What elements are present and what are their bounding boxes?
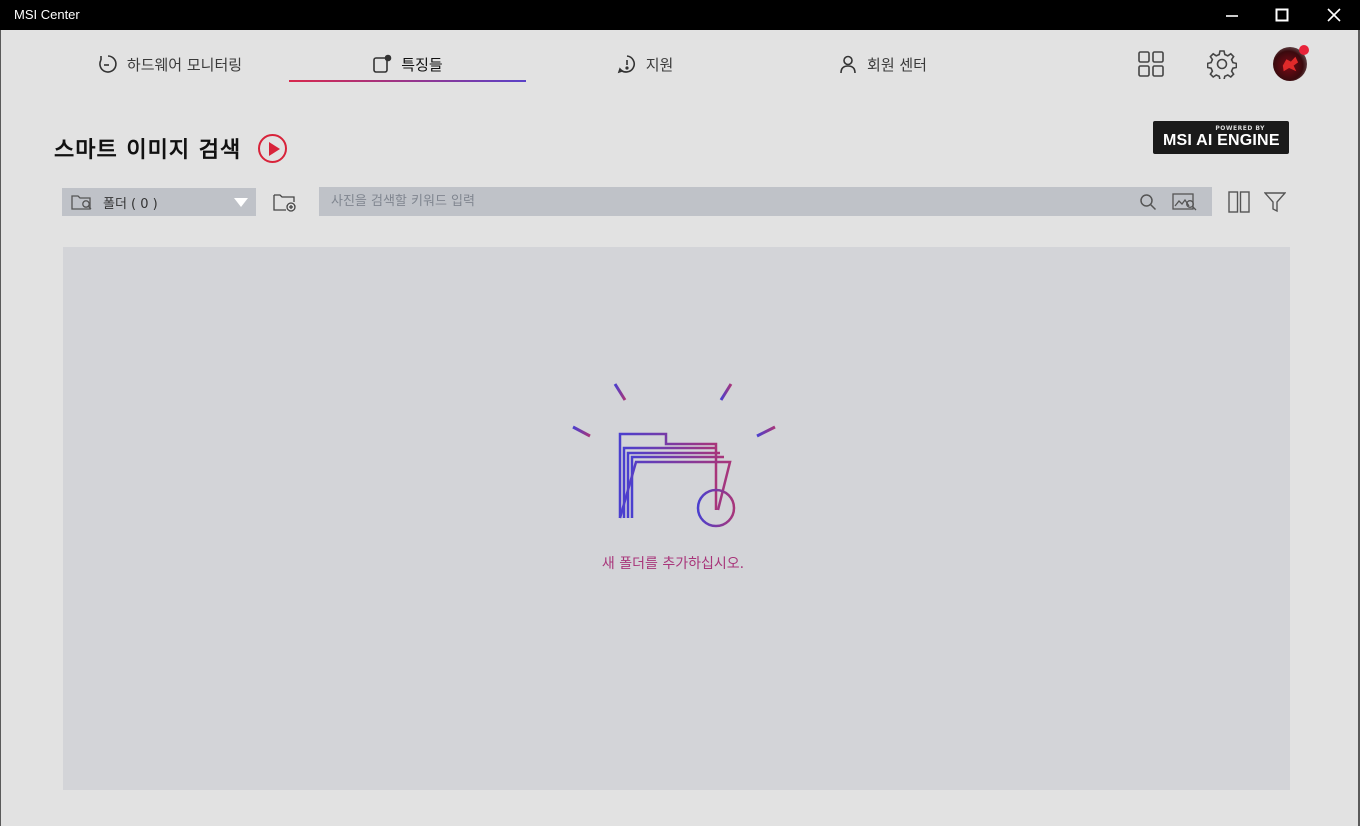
add-folder-illustration-icon[interactable] [550,360,800,540]
msi-ai-engine-badge: POWERED BY MSI AI ENGINE [1153,121,1289,154]
badge-powered-by: POWERED BY [1215,125,1265,132]
chevron-down-icon [234,198,248,207]
folder-select-label: 폴더 ( 0 ) [103,196,158,212]
search-icon[interactable] [1139,193,1157,211]
title-bar: MSI Center [0,0,1360,30]
feature-icon [373,54,392,73]
split-view-icon [1228,191,1250,213]
apps-grid-button[interactable] [1133,46,1169,82]
folder-select[interactable]: 폴더 ( 0 ) [62,188,256,216]
search-bar [319,187,1212,216]
settings-button[interactable] [1204,46,1240,82]
play-icon [268,141,280,156]
gauge-icon [99,55,117,73]
close-icon [1327,8,1341,22]
alert-circle-icon [617,55,635,74]
window-border-left [0,30,1,826]
play-tutorial-button[interactable] [258,134,287,163]
folder-add-icon [273,194,296,212]
maximize-icon [1275,8,1289,22]
active-tab-underline [289,80,526,82]
dragon-logo-icon [1282,56,1299,72]
maximize-button[interactable] [1256,0,1308,30]
image-search-icon[interactable] [1172,192,1198,212]
split-view-button[interactable] [1225,188,1253,216]
filter-button[interactable] [1261,188,1289,216]
add-folder-button[interactable] [270,188,300,216]
tab-label: 지원 [645,55,674,74]
folder-search-icon [71,195,92,210]
tab-label: 특징들 [401,55,443,74]
grid-icon [1138,51,1164,77]
close-button[interactable] [1308,0,1360,30]
user-icon [840,55,856,74]
filter-icon [1264,192,1286,213]
tab-label: 하드웨어 모니터링 [126,55,243,74]
tab-member-center[interactable]: 회원 센터 [820,44,945,84]
badge-engine-name: MSI AI ENGINE [1163,132,1280,149]
avatar[interactable] [1273,45,1309,81]
minimize-icon [1226,15,1238,17]
tab-support[interactable]: 지원 [600,44,690,84]
page-title: 스마트 이미지 검색 [54,138,242,163]
search-input[interactable] [319,187,1119,216]
notification-dot [1299,45,1309,55]
gear-icon [1207,50,1237,79]
tab-label: 회원 센터 [867,55,927,74]
empty-state-message[interactable]: 새 폴더를 추가하십시오. [540,553,806,573]
app-title: MSI Center [14,7,80,22]
tab-features[interactable]: 특징들 [300,44,515,84]
minimize-button[interactable] [1206,0,1258,30]
tab-hardware-monitoring[interactable]: 하드웨어 모니터링 [90,44,250,84]
